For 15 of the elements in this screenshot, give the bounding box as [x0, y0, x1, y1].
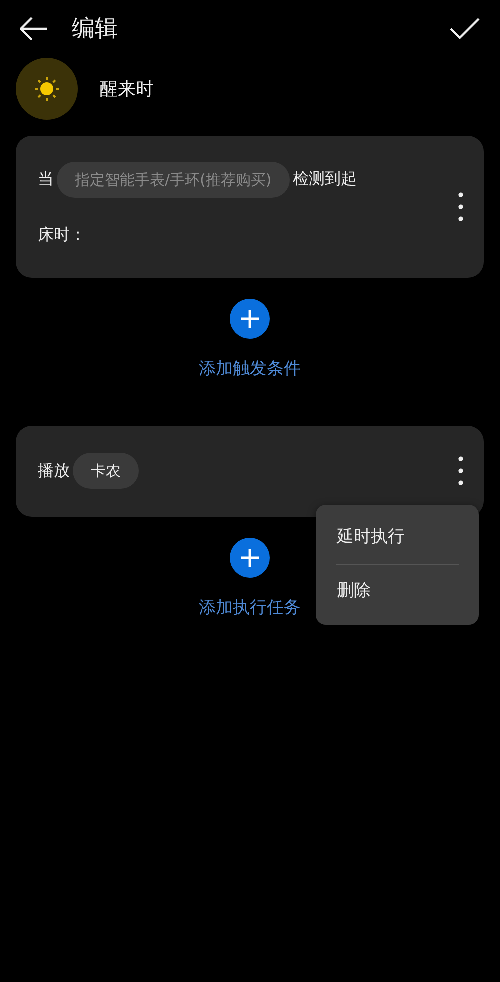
add-link[interactable]: 添加触发条件 [199, 357, 301, 382]
add-link[interactable]: 添加执行任务 [199, 596, 301, 621]
menu-item[interactable]: 删除 [316, 565, 479, 618]
add-button[interactable] [230, 538, 270, 578]
menu-item[interactable]: 延时执行 [316, 510, 479, 564]
condition-text: 当 指定智能手表/手环(推荐购买) 检测到起床时： [38, 136, 364, 278]
scene-name: 醒来时 [100, 78, 154, 102]
confirm-button[interactable] [450, 18, 480, 40]
plus-icon [240, 548, 260, 568]
page-title: 编辑 [72, 14, 118, 44]
plus-icon [240, 309, 260, 329]
task-text: 播放 [38, 460, 70, 482]
back-button[interactable] [20, 17, 48, 41]
add-button[interactable] [230, 299, 270, 339]
song-chip[interactable]: 卡农 [73, 453, 139, 489]
